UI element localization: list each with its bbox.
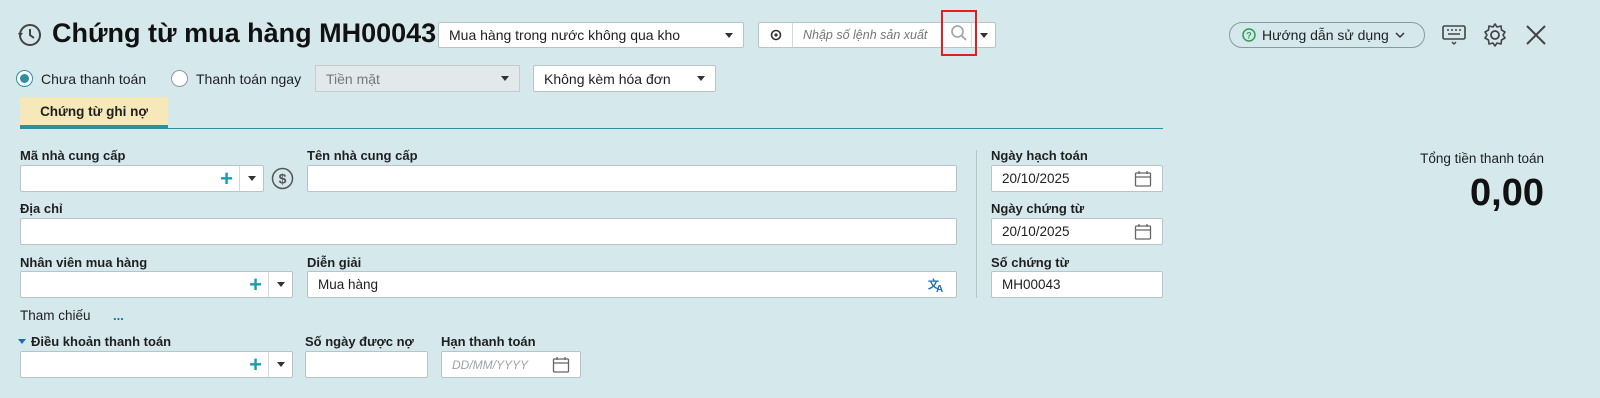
voucher-no-input[interactable]: MH00043 [991, 271, 1163, 298]
posting-date-label: Ngày hạch toán [991, 148, 1088, 163]
help-button[interactable]: ? Hướng dẫn sử dụng [1229, 22, 1425, 48]
payment-terms-field[interactable]: + [20, 351, 293, 378]
posting-date-input[interactable]: 20/10/2025 [991, 165, 1163, 192]
supplier-code-field[interactable]: + [20, 165, 264, 192]
add-payment-term-icon[interactable]: + [249, 353, 262, 376]
calendar-icon[interactable] [1134, 170, 1152, 188]
section-divider [976, 150, 977, 298]
invoice-value: Không kèm hóa đơn [544, 70, 671, 87]
keyboard-icon[interactable] [1442, 24, 1466, 49]
voucher-type-value: Mua hàng trong nước không qua kho [449, 27, 681, 43]
add-buyer-icon[interactable]: + [249, 273, 262, 296]
supplier-code-dropdown[interactable] [239, 166, 263, 191]
settings-small-icon[interactable] [759, 23, 793, 47]
payment-terms-dropdown[interactable] [268, 352, 292, 377]
unpaid-label: Chưa thanh toán [41, 70, 147, 87]
chevron-down-icon [501, 76, 509, 81]
tab-debit-voucher[interactable]: Chứng từ ghi nợ [20, 97, 168, 128]
supplier-code-label: Mã nhà cung cấp [20, 148, 126, 163]
description-label: Diễn giải [307, 255, 362, 270]
total-label: Tổng tiền thanh toán [1420, 151, 1544, 166]
payment-method-select: Tiền mặt [315, 65, 520, 92]
payment-method-value: Tiền mặt [326, 70, 380, 87]
supplier-name-input[interactable] [307, 165, 957, 192]
collapse-icon [18, 339, 26, 344]
voucher-type-select[interactable]: Mua hàng trong nước không qua kho [438, 22, 744, 48]
close-icon[interactable] [1525, 24, 1547, 49]
credit-days-label: Số ngày được nợ [305, 334, 414, 349]
voucher-date-input[interactable]: 20/10/2025 [991, 218, 1163, 245]
buyer-field[interactable]: + [20, 271, 293, 298]
due-date-input[interactable]: DD/MM/YYYY [441, 351, 581, 378]
help-icon: ? [1242, 28, 1256, 42]
address-label: Địa chỉ [20, 201, 63, 216]
reference-label: Tham chiếu [20, 308, 91, 323]
description-input[interactable]: Mua hàng 文A [307, 271, 957, 298]
add-supplier-icon[interactable]: + [220, 167, 233, 190]
translate-icon[interactable]: 文A [928, 277, 946, 293]
production-order-input[interactable] [803, 28, 953, 42]
reference-more-link[interactable]: ... [113, 308, 124, 323]
svg-text:A: A [936, 284, 943, 293]
help-label: Hướng dẫn sử dụng [1262, 27, 1389, 43]
paid-now-radio[interactable]: Thanh toán ngay [171, 70, 301, 87]
chevron-down-icon [276, 282, 285, 287]
search-icon [951, 25, 967, 41]
history-icon[interactable] [16, 22, 42, 51]
calendar-icon[interactable] [552, 356, 570, 374]
credit-days-input[interactable] [305, 351, 428, 378]
chevron-down-icon [725, 32, 733, 38]
voucher-date-value: 20/10/2025 [1002, 224, 1070, 239]
radio-unchecked-icon [171, 70, 188, 87]
due-date-placeholder: DD/MM/YYYY [452, 357, 529, 372]
svg-text:?: ? [1246, 31, 1252, 41]
tab-underline [20, 128, 1163, 129]
buyer-dropdown[interactable] [268, 272, 292, 297]
paid-now-label: Thanh toán ngay [196, 70, 302, 87]
buyer-label: Nhân viên mua hàng [20, 255, 148, 270]
voucher-no-label: Số chứng từ [991, 255, 1070, 270]
currency-icon[interactable]: $ [271, 167, 294, 193]
radio-checked-icon [16, 70, 33, 87]
chevron-down-icon [1395, 31, 1405, 38]
chevron-down-icon [247, 176, 256, 181]
due-date-label: Hạn thanh toán [441, 334, 536, 349]
unpaid-radio[interactable]: Chưa thanh toán [16, 70, 146, 87]
calendar-icon[interactable] [1134, 223, 1152, 241]
description-value: Mua hàng [318, 277, 379, 292]
page-title: Chứng từ mua hàng MH00043 [52, 18, 437, 48]
voucher-date-label: Ngày chứng từ [991, 201, 1085, 216]
posting-date-value: 20/10/2025 [1002, 171, 1070, 186]
total-value: 0,00 [1470, 172, 1544, 214]
payment-terms-header[interactable]: Điều khoản thanh toán [18, 334, 171, 349]
svg-text:$: $ [279, 171, 287, 187]
chevron-down-icon [979, 32, 988, 38]
voucher-no-value: MH00043 [1002, 277, 1061, 292]
search-button[interactable] [941, 10, 977, 56]
address-input[interactable] [20, 218, 957, 245]
gear-icon[interactable] [1482, 22, 1508, 51]
payment-terms-label: Điều khoản thanh toán [31, 334, 172, 349]
chevron-down-icon [276, 362, 285, 367]
chevron-down-icon [697, 76, 705, 81]
tab-label: Chứng từ ghi nợ [40, 103, 148, 119]
supplier-name-label: Tên nhà cung cấp [307, 148, 418, 163]
invoice-select[interactable]: Không kèm hóa đơn [533, 65, 716, 92]
